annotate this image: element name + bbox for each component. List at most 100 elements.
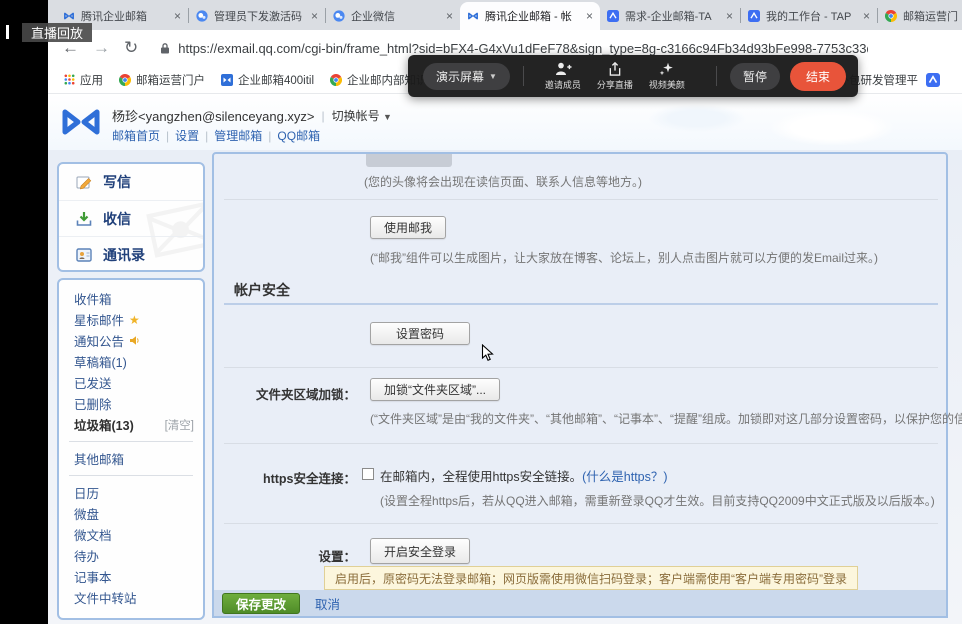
folder-file-transfer[interactable]: 文件中转站 (59, 587, 203, 608)
presenting-screen-button[interactable]: 演示屏幕▼ (423, 63, 510, 90)
https-checkbox[interactable] (362, 468, 374, 480)
folder-starred[interactable]: 星标邮件★ (59, 309, 203, 330)
folder-other-mailboxes[interactable]: 其他邮箱 (59, 448, 203, 469)
account-address: 杨珍<yangzhen@silenceyang.xyz> (112, 106, 315, 125)
tab-title: 邮箱运营门 (903, 8, 962, 24)
address-bar[interactable]: https://exmail.qq.com/cgi-bin/frame_html… (178, 41, 868, 56)
chrome-ball-favicon-icon (885, 10, 897, 22)
cancel-link[interactable]: 取消 (315, 594, 340, 613)
contacts-button[interactable]: 通讯录 (59, 236, 203, 272)
switch-account-menu[interactable]: 切换帐号 ▼ (332, 107, 392, 124)
folder-drafts[interactable]: 草稿箱(1) (59, 351, 203, 372)
set-password-button[interactable]: 设置密码 (370, 322, 470, 345)
tab-mail-portal[interactable]: 邮箱运营门 (878, 2, 962, 30)
section-title-account-security: 帐户安全 (234, 280, 290, 300)
divider (69, 441, 193, 442)
separator: | (166, 129, 169, 143)
replay-marker-bar (6, 25, 9, 39)
folder-lock-note: (“文件夹区域”是由“我的文件夹”、“其他邮箱”、“记事本”、“提醒”组成。加锁… (370, 410, 962, 427)
mailme-button[interactable]: 使用邮我 (370, 216, 446, 239)
empty-spam-link[interactable]: [清空] (165, 417, 194, 433)
avatar-upload-button-partial[interactable] (366, 154, 452, 167)
video-beauty-button[interactable]: 视频美颜 (641, 62, 693, 91)
tab-close-icon[interactable]: × (174, 9, 181, 23)
reload-icon[interactable]: ↻ (124, 38, 138, 58)
tab-wecom-activation[interactable]: 管理员下发激活码 × (189, 2, 325, 30)
mouse-cursor (481, 344, 494, 363)
mailme-note: (“邮我”组件可以生成图片，让大家放在博客、论坛上，别人点击图片就可以方便的发E… (370, 249, 878, 266)
link-manage-mail[interactable]: 管理邮箱 (214, 127, 262, 144)
separator: | (322, 109, 325, 123)
tab-title: 管理员下发激活码 (214, 8, 305, 24)
mail-header: 杨珍<yangzhen@silenceyang.xyz> | 切换帐号 ▼ 邮箱… (48, 94, 962, 150)
compose-button[interactable]: 写信 (59, 164, 203, 200)
link-qq-mail[interactable]: QQ邮箱 (277, 127, 320, 144)
speaker-icon (129, 335, 140, 346)
tab-title: 腾讯企业邮箱 - 帐 (485, 8, 580, 24)
share-live-button[interactable]: 分享直播 (589, 62, 641, 91)
tab-close-icon[interactable]: × (863, 9, 870, 23)
folder-panel: 收件箱 星标邮件★ 通知公告 草稿箱(1) 已发送 已删除 垃圾箱(13)[清空… (57, 278, 205, 620)
folder-inbox[interactable]: 收件箱 (59, 288, 203, 309)
bookmark-label: 邮箱运营门户 (136, 72, 205, 88)
save-changes-button[interactable]: 保存更改 (222, 593, 300, 614)
bookmark-label: 企业邮箱400itil (238, 72, 314, 88)
divider (224, 443, 938, 444)
folder-sent[interactable]: 已发送 (59, 372, 203, 393)
star-icon: ★ (129, 314, 140, 326)
tab-exmail-active[interactable]: 腾讯企业邮箱 - 帐 × (460, 2, 600, 30)
divider (224, 199, 938, 200)
tapd-icon[interactable] (926, 73, 940, 87)
folder-lock-button[interactable]: 加锁“文件夹区域”... (370, 378, 500, 401)
secure-login-button[interactable]: 开启安全登录 (370, 538, 470, 564)
invite-member-button[interactable]: 邀请成员 (537, 62, 589, 91)
forward-icon[interactable]: → (93, 38, 110, 58)
link-settings[interactable]: 设置 (175, 127, 199, 144)
tab-tapd-requirement[interactable]: 需求-企业邮箱-TA × (600, 2, 740, 30)
apps-bookmark[interactable]: 应用 (64, 72, 103, 88)
folder-announcements[interactable]: 通知公告 (59, 330, 203, 351)
replay-label: 直播回放 (22, 23, 92, 42)
save-bar: 保存更改 取消 (214, 590, 946, 616)
exmail-mini-icon (221, 74, 233, 86)
screen: 腾讯企业邮箱 × 管理员下发激活码 × 企业微信 × 腾讯企业邮箱 - 帐 × (0, 0, 962, 624)
tab-tapd-workbench[interactable]: 我的工作台 - TAP × (741, 2, 877, 30)
folder-weidrive[interactable]: 微盘 (59, 503, 203, 524)
contact-card-icon (75, 246, 93, 264)
tab-wecom[interactable]: 企业微信 × (326, 2, 460, 30)
bookmark-mail-portal[interactable]: 邮箱运营门户 (119, 72, 205, 88)
compose-panel: ✉ 写信 收信 通讯录 (57, 162, 205, 272)
share-live-label: 分享直播 (597, 78, 633, 91)
separator: | (205, 129, 208, 143)
share-upload-icon (608, 62, 622, 76)
invite-member-label: 邀请成员 (545, 78, 581, 91)
bookmark-exmail-400[interactable]: 企业邮箱400itil (221, 72, 314, 88)
tab-close-icon[interactable]: × (311, 9, 318, 23)
end-button[interactable]: 结束 (790, 62, 846, 91)
receive-mail-button[interactable]: 收信 (59, 200, 203, 236)
person-plus-icon (554, 62, 572, 76)
pause-button[interactable]: 暂停 (730, 63, 780, 90)
what-is-https-link[interactable]: (什么是https？) (582, 470, 667, 484)
compose-label: 写信 (103, 172, 131, 192)
folder-calendar[interactable]: 日历 (59, 482, 203, 503)
tab-close-icon[interactable]: × (446, 9, 453, 23)
folder-todo[interactable]: 待办 (59, 545, 203, 566)
toolbar-divider (716, 66, 717, 86)
folder-notes[interactable]: 记事本 (59, 566, 203, 587)
folder-spam[interactable]: 垃圾箱(13)[清空] (59, 414, 203, 435)
tab-close-icon[interactable]: × (586, 9, 593, 23)
settings-panel: (您的头像将会出现在读信页面、联系人信息等地方。) 使用邮我 (“邮我”组件可以… (212, 152, 948, 618)
pencil-icon (75, 173, 93, 191)
folder-weidoc[interactable]: 微文档 (59, 524, 203, 545)
screen-share-toolbar: 演示屏幕▼ 邀请成员 分享直播 视频美颜 暂停 结束 (408, 55, 858, 97)
link-mail-home[interactable]: 邮箱首页 (112, 127, 160, 144)
inbox-arrow-icon (75, 210, 93, 228)
tab-close-icon[interactable]: × (726, 9, 733, 23)
divider (69, 475, 193, 476)
lock-icon (160, 42, 170, 55)
avatar-note: (您的头像将会出现在读信页面、联系人信息等地方。) (364, 173, 642, 190)
folder-lock-label: 文件夹区域加锁： (214, 384, 356, 403)
https-note: (设置全程https后，若从QQ进入邮箱，需重新登录QQ才生效。目前支持QQ20… (380, 492, 935, 509)
folder-deleted[interactable]: 已删除 (59, 393, 203, 414)
